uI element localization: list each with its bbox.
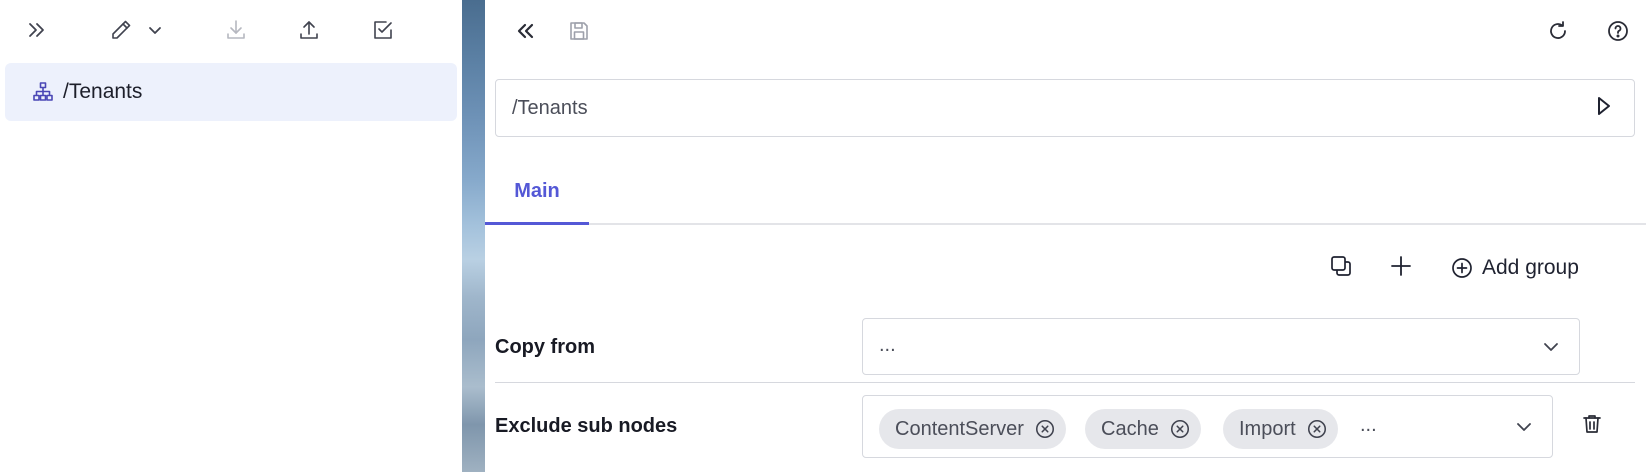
refresh-button[interactable] <box>1540 15 1576 51</box>
edit-menu-button[interactable] <box>143 14 167 50</box>
help-icon <box>1606 19 1630 48</box>
save-icon <box>567 19 591 48</box>
double-chevron-right-icon <box>24 18 48 47</box>
tab-main[interactable]: Main <box>485 160 589 225</box>
tree-item-label: /Tenants <box>63 80 143 103</box>
chevron-down-icon <box>143 18 167 47</box>
play-icon <box>1591 94 1615 123</box>
remove-chip-icon[interactable] <box>1034 418 1056 440</box>
chevron-down-icon <box>1510 413 1538 441</box>
copy-from-label: Copy from <box>495 336 595 358</box>
copy-icon <box>1329 254 1353 283</box>
refresh-icon <box>1546 19 1570 48</box>
chip-label: Import <box>1239 417 1296 440</box>
add-item-button[interactable] <box>1383 250 1419 286</box>
add-group-button[interactable]: Add group <box>1450 250 1579 286</box>
detail-panel: /Tenants Main Add group Copy from ... Ex… <box>485 0 1646 472</box>
remove-chip-icon[interactable] <box>1169 418 1191 440</box>
chip-import: Import <box>1223 409 1338 449</box>
plus-icon <box>1389 254 1413 283</box>
chevron-down-icon <box>1537 333 1565 361</box>
upload-button[interactable] <box>291 14 327 50</box>
chip-contentserver: ContentServer <box>879 409 1066 449</box>
plus-circle-icon <box>1450 256 1474 280</box>
chip-label: Cache <box>1101 417 1159 440</box>
check-button[interactable] <box>365 14 401 50</box>
chip-cache: Cache <box>1085 409 1201 449</box>
copy-from-value: ... <box>879 334 896 356</box>
tab-bar: Main <box>485 160 1646 225</box>
path-field[interactable]: /Tenants <box>495 79 1635 137</box>
panel-splitter[interactable] <box>462 0 485 472</box>
chip-label: ContentServer <box>895 417 1024 440</box>
path-value: /Tenants <box>512 96 588 119</box>
download-button[interactable] <box>218 14 254 50</box>
delete-row-button[interactable] <box>1574 408 1610 444</box>
tree-panel: /Tenants <box>0 0 462 472</box>
run-button[interactable] <box>1586 91 1620 125</box>
remove-chip-icon[interactable] <box>1306 418 1328 440</box>
help-button[interactable] <box>1600 15 1636 51</box>
upload-icon <box>297 18 321 47</box>
edit-button[interactable] <box>103 14 139 50</box>
more-indicator: ... <box>1360 414 1377 436</box>
copy-from-select[interactable]: ... <box>862 318 1580 375</box>
add-group-label: Add group <box>1482 256 1579 279</box>
tree-item-tenants[interactable]: /Tenants <box>5 63 457 121</box>
exclude-sub-nodes-select[interactable]: ContentServer Cache Import ... <box>862 395 1553 458</box>
save-button[interactable] <box>561 15 597 51</box>
download-icon <box>224 18 248 47</box>
tree-toolbar <box>0 0 462 62</box>
hierarchy-icon <box>31 80 55 104</box>
copy-group-button[interactable] <box>1323 250 1359 286</box>
expand-panel-button[interactable] <box>18 14 54 50</box>
collapse-panel-button[interactable] <box>507 15 543 51</box>
pencil-icon <box>109 18 133 47</box>
exclude-sub-nodes-label: Exclude sub nodes <box>495 415 678 437</box>
double-chevron-left-icon <box>513 19 537 48</box>
checkbox-icon <box>371 18 395 47</box>
row-divider <box>495 382 1635 383</box>
trash-icon <box>1580 412 1604 441</box>
